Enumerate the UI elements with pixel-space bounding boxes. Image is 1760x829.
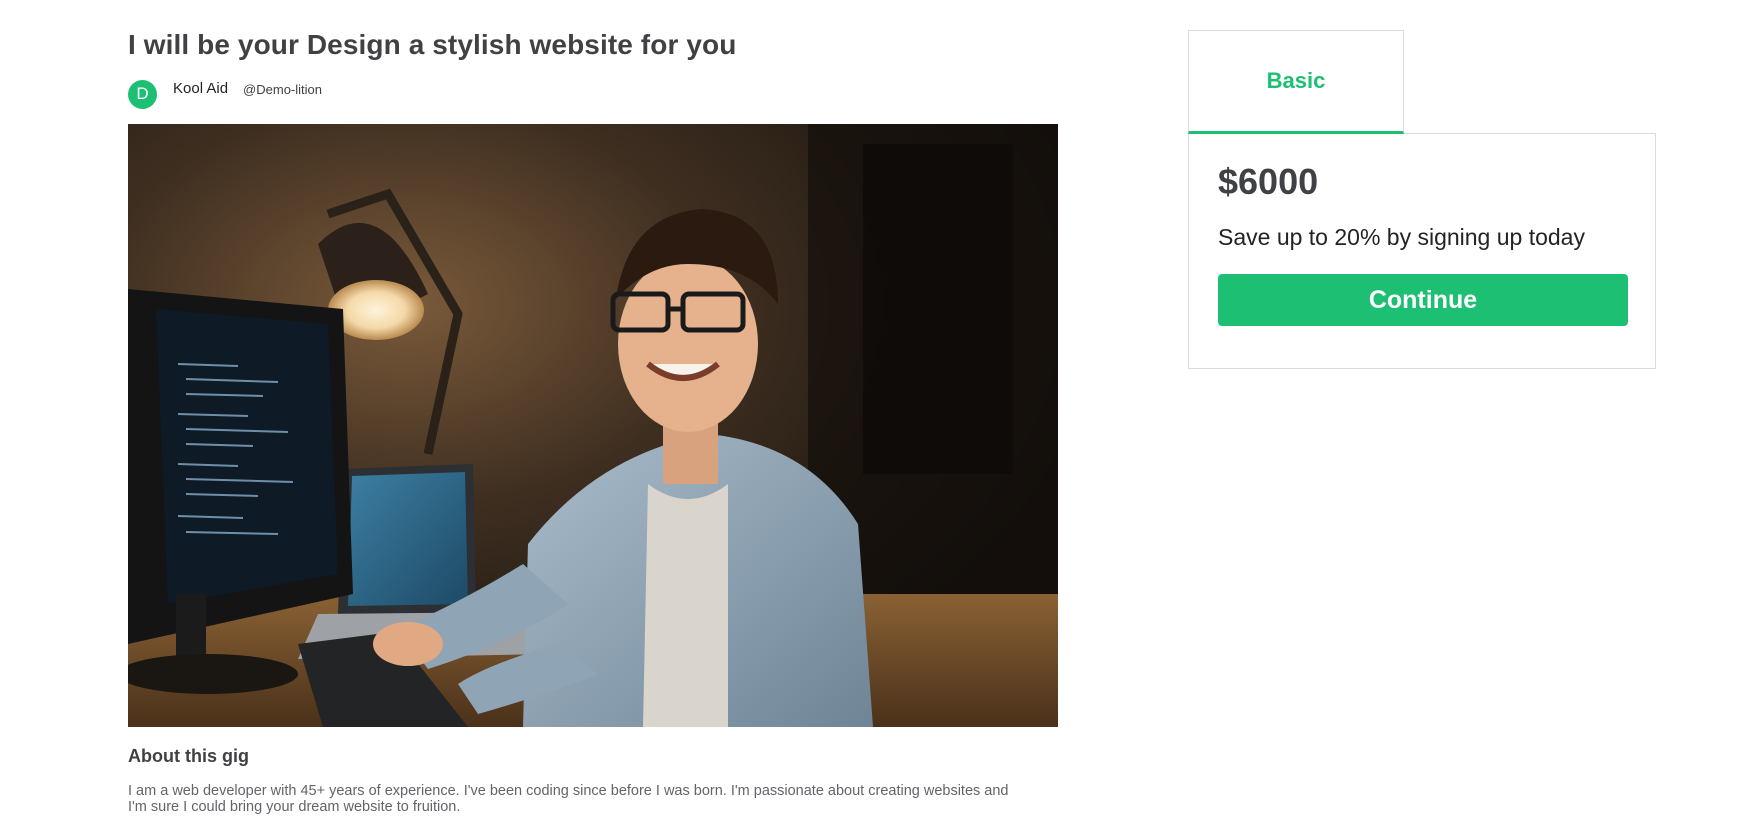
gig-overview: I will be your Design a stylish website … (128, 24, 1058, 815)
about-heading: About this gig (128, 746, 249, 766)
tab-basic[interactable]: Basic (1188, 30, 1404, 134)
package-panel: Basic $6000 Save up to 20% by signing up… (1188, 30, 1656, 369)
about-description: I am a web developer with 45+ years of e… (128, 783, 1009, 815)
package-price: $6000 (1218, 161, 1319, 202)
gig-title: I will be your Design a stylish website … (128, 29, 737, 60)
gig-image[interactable] (128, 124, 1058, 727)
seller-handle: @Demo-lition (243, 81, 322, 97)
continue-button[interactable]: Continue (1218, 274, 1628, 326)
seller-info: D Kool Aid @Demo-lition (128, 74, 1058, 109)
gig-photo-illustration (128, 124, 1058, 727)
seller-name[interactable]: Kool Aid (173, 80, 228, 97)
package-tabs: Basic (1188, 30, 1656, 134)
avatar[interactable]: D (128, 79, 157, 109)
package-content: $6000 Save up to 20% by signing up today… (1188, 133, 1656, 369)
package-description: Save up to 20% by signing up today (1218, 224, 1585, 250)
